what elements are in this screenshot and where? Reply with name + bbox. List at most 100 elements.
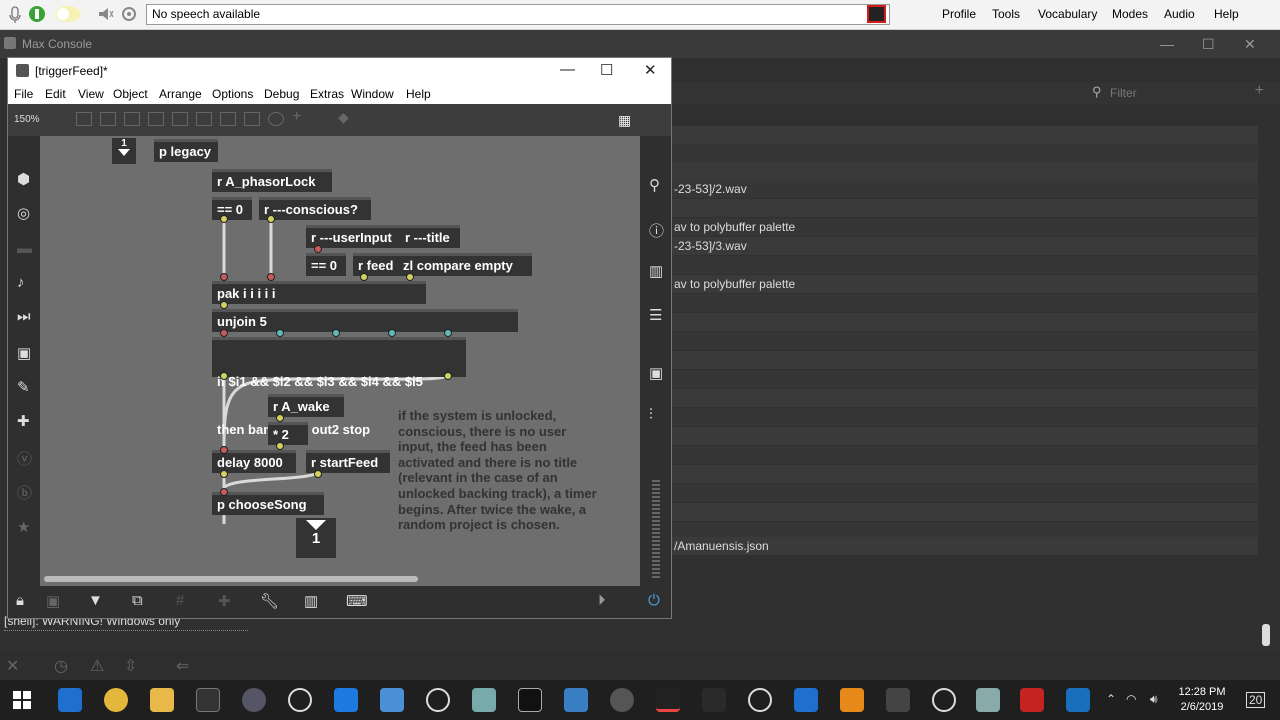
toolbar-icon[interactable] — [196, 112, 212, 126]
music-note-icon[interactable]: ♪ — [17, 274, 25, 291]
app-icon[interactable] — [242, 688, 266, 712]
port[interactable] — [360, 273, 368, 281]
target-icon[interactable]: ◎ — [17, 204, 30, 222]
v-icon[interactable]: ⓥ — [17, 448, 32, 469]
toolbar-icon[interactable] — [172, 112, 188, 126]
sliders-icon[interactable]: ⫶ — [649, 406, 653, 423]
ableton-icon[interactable] — [702, 688, 726, 712]
notification-badge[interactable]: 20 — [1246, 692, 1266, 708]
clear-icon[interactable]: ✕ — [6, 656, 19, 676]
mute-icon[interactable] — [96, 5, 114, 23]
object-mul[interactable]: * 2 — [268, 422, 308, 445]
seven-icon[interactable] — [610, 688, 634, 712]
snap-icon[interactable]: ✚ — [218, 592, 231, 610]
record-meter-icon[interactable] — [867, 5, 886, 23]
object-zl-compare[interactable]: zl compare empty — [398, 253, 532, 276]
sync-icon[interactable] — [288, 688, 312, 712]
network-icon[interactable] — [472, 688, 496, 712]
clock-icon[interactable]: ◷ — [54, 656, 68, 676]
monitor-icon[interactable] — [1066, 688, 1090, 712]
console-scrollbar[interactable] — [1262, 624, 1270, 646]
chrome-icon[interactable] — [104, 688, 128, 712]
maximize-icon[interactable]: ☐ — [600, 61, 613, 79]
object-eq0-a[interactable]: == 0 — [212, 197, 252, 220]
dropbox-icon[interactable] — [334, 688, 358, 712]
puzzle-icon[interactable]: ✚ — [17, 412, 30, 430]
object-if[interactable]: if $i1 && $i2 && $i3 && $i4 && $i5 then … — [212, 337, 466, 437]
level-meter[interactable] — [652, 480, 660, 580]
port[interactable] — [220, 372, 228, 380]
menu-options[interactable]: Options — [212, 87, 253, 101]
object-unjoin[interactable]: unjoin 5 — [212, 309, 518, 332]
maximize-icon[interactable]: ☐ — [1202, 36, 1215, 53]
grid-icon[interactable]: ▦ — [618, 112, 631, 129]
menu-modes[interactable]: Modes — [1112, 7, 1148, 21]
volume-icon[interactable]: 🔊︎ — [1150, 692, 1158, 707]
port[interactable] — [406, 273, 414, 281]
menu-help[interactable]: Help — [1214, 7, 1239, 21]
port[interactable] — [267, 215, 275, 223]
menu-audio[interactable]: Audio — [1164, 7, 1195, 21]
chart-app-icon[interactable] — [656, 688, 680, 712]
outlet-1[interactable]: 1 — [296, 518, 336, 558]
close-icon[interactable]: ✕ — [644, 61, 657, 79]
object-eq0-b[interactable]: == 0 — [306, 253, 346, 276]
menu-debug[interactable]: Debug — [264, 87, 299, 101]
object-p-legacy[interactable]: p legacy — [154, 139, 218, 162]
port[interactable] — [314, 470, 322, 478]
back-icon[interactable]: ⇐ — [176, 656, 189, 676]
port[interactable] — [220, 301, 228, 309]
close-icon[interactable]: ✕ — [1244, 36, 1256, 53]
presentation-icon[interactable]: ▣ — [46, 592, 60, 610]
menu-tools[interactable]: Tools — [992, 7, 1020, 21]
comment-icon[interactable]: ▼ — [88, 592, 103, 609]
search-icon[interactable]: ⚲ — [649, 176, 660, 194]
sleep-moon-icon[interactable] — [54, 5, 84, 23]
object-r-userinput[interactable]: r ---userInput — [306, 225, 402, 248]
explorer-icon[interactable] — [150, 688, 174, 712]
menu-object[interactable]: Object — [113, 87, 148, 101]
lock-icon[interactable]: 🔒︎ — [16, 592, 24, 609]
tray-chevron-icon[interactable]: ⌃ — [1106, 692, 1116, 706]
film-icon[interactable]: ▬ — [17, 240, 32, 257]
menu-help[interactable]: Help — [406, 87, 431, 101]
step-icon[interactable]: ⏭ — [17, 308, 31, 325]
toolbar-icon[interactable] — [124, 112, 140, 126]
windows-icon[interactable]: ⧉ — [132, 592, 143, 609]
port[interactable] — [444, 372, 452, 380]
toolbar-icon[interactable] — [148, 112, 164, 126]
filter-input[interactable]: Filter — [1110, 86, 1137, 100]
red-app-icon[interactable] — [1020, 688, 1044, 712]
paperclip-icon[interactable]: ✎ — [17, 378, 30, 396]
list-icon[interactable]: ☰ — [649, 306, 662, 324]
object-p-choosesong[interactable]: p chooseSong — [212, 492, 324, 515]
b-icon[interactable]: ⓑ — [17, 482, 32, 503]
menu-profile[interactable]: Profile — [942, 7, 976, 21]
keyboard-icon[interactable]: ⌨ — [346, 592, 368, 610]
paint-icon[interactable] — [380, 688, 404, 712]
toolbar-icon[interactable] — [76, 112, 92, 126]
port[interactable] — [267, 273, 275, 281]
help-icon[interactable] — [268, 112, 284, 126]
info-icon[interactable]: ⓘ — [649, 220, 664, 241]
add-icon[interactable]: + — [1255, 82, 1264, 100]
menu-edit[interactable]: Edit — [45, 87, 66, 101]
object-r-conscious[interactable]: r ---conscious? — [259, 197, 371, 220]
remote-icon[interactable] — [564, 688, 588, 712]
wrench-icon[interactable]: 🔧︎ — [260, 592, 279, 610]
menu-extras[interactable]: Extras — [310, 87, 344, 101]
port[interactable] — [220, 470, 228, 478]
port[interactable] — [276, 442, 284, 450]
object-r-title[interactable]: r ---title — [400, 225, 460, 248]
menu-view[interactable]: View — [78, 87, 104, 101]
port[interactable] — [332, 329, 340, 337]
port[interactable] — [276, 414, 284, 422]
midi-icon[interactable] — [886, 688, 910, 712]
status-green-icon[interactable] — [28, 5, 46, 23]
grid-icon[interactable]: # — [176, 592, 184, 609]
windows-start-icon[interactable] — [10, 688, 34, 712]
menu-arrange[interactable]: Arrange — [159, 87, 202, 101]
add-icon[interactable]: + — [292, 108, 308, 125]
taskbar-clock[interactable]: 12:28 PM 2/6/2019 — [1172, 685, 1232, 715]
menu-file[interactable]: File — [14, 87, 33, 101]
